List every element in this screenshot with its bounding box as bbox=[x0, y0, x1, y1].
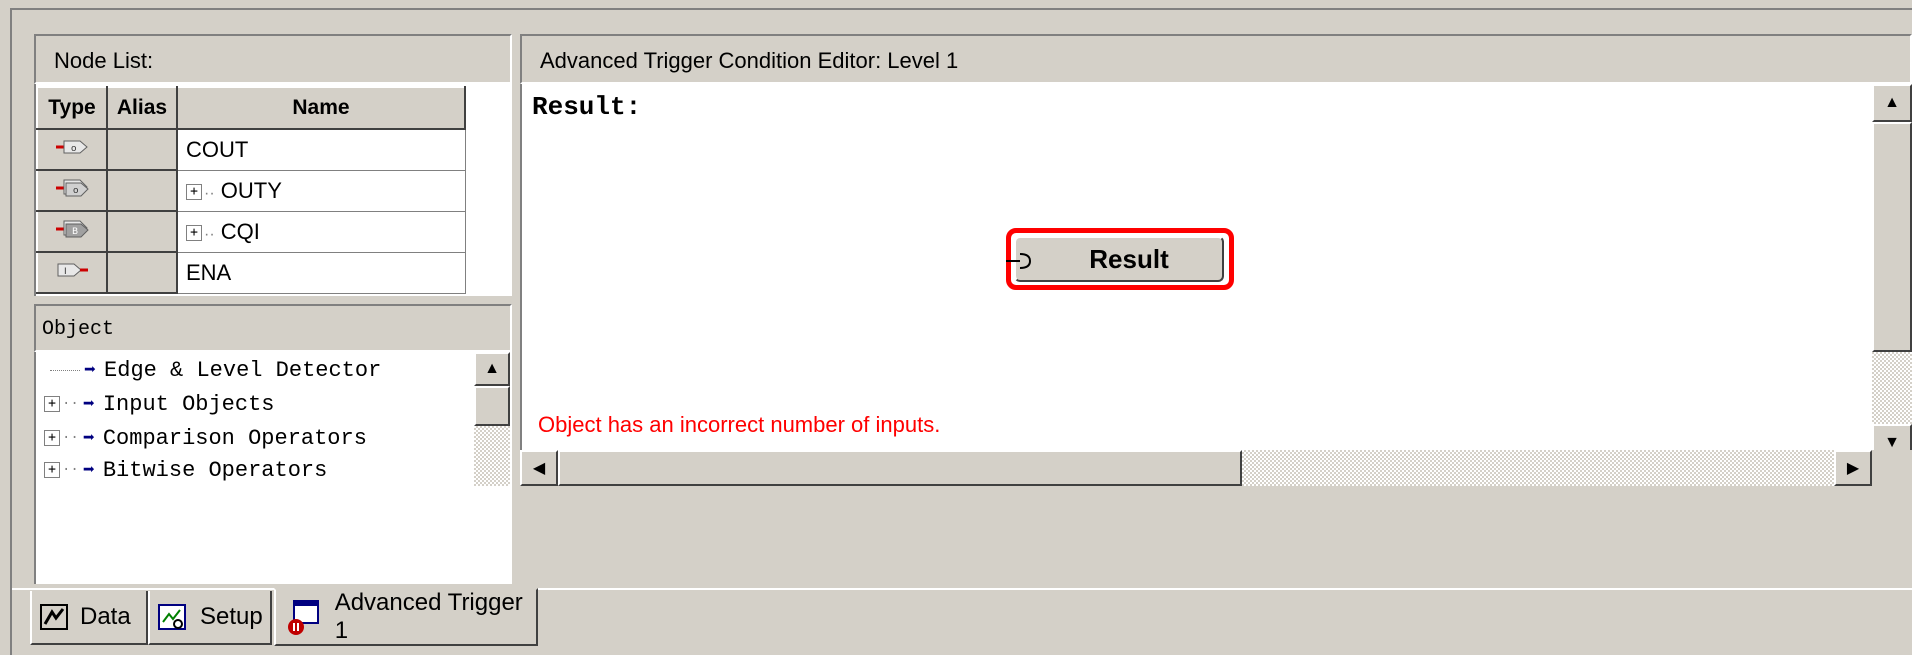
expand-icon[interactable]: + bbox=[44, 462, 60, 478]
tab-label: Data bbox=[80, 603, 131, 630]
editor-header: Advanced Trigger Condition Editor: Level… bbox=[520, 34, 1912, 84]
expand-icon[interactable]: + bbox=[186, 183, 202, 200]
column-header-type[interactable]: Type bbox=[36, 86, 108, 130]
scroll-thumb[interactable] bbox=[1872, 122, 1912, 352]
node-name-cell[interactable]: + ·· OUTY bbox=[176, 169, 466, 212]
tab-data[interactable]: Data bbox=[30, 591, 148, 645]
table-row[interactable]: o COUT bbox=[36, 128, 466, 171]
node-name: COUT bbox=[186, 136, 249, 162]
scroll-up-button[interactable]: ▲ bbox=[474, 352, 510, 386]
svg-text:o: o bbox=[73, 186, 79, 196]
node-name-cell[interactable]: + ·· CQI bbox=[176, 210, 466, 253]
data-icon bbox=[40, 604, 68, 630]
node-name: OUTY bbox=[220, 177, 282, 203]
svg-text:o: o bbox=[71, 144, 77, 154]
scroll-left-button[interactable]: ◀ bbox=[520, 450, 558, 486]
node-name: CQI bbox=[220, 218, 260, 244]
node-list-title: Node List: bbox=[54, 48, 154, 73]
arrow-right-icon: ➡ bbox=[84, 360, 97, 383]
alias-cell[interactable] bbox=[106, 128, 178, 171]
node-name-cell[interactable]: COUT bbox=[176, 128, 466, 171]
column-header-alias[interactable]: Alias bbox=[106, 86, 178, 130]
tab-advanced-trigger-1[interactable]: Advanced Trigger 1 bbox=[274, 588, 538, 646]
node-list-header: Node List: bbox=[34, 34, 512, 84]
expand-icon[interactable]: + bbox=[186, 224, 202, 241]
output-bus-icon: o bbox=[36, 169, 108, 212]
register-bus-icon: B bbox=[36, 210, 108, 253]
object-panel-title: Object bbox=[42, 318, 115, 341]
scroll-right-button[interactable]: ▶ bbox=[1834, 450, 1872, 486]
result-heading: Result: bbox=[532, 92, 642, 122]
result-node[interactable]: Result bbox=[1014, 236, 1224, 282]
svg-text:B: B bbox=[72, 227, 78, 237]
setup-icon bbox=[158, 604, 186, 630]
arrow-right-icon: ➡ bbox=[82, 460, 95, 483]
object-panel-header: Object bbox=[34, 304, 512, 352]
tree-item-label: Bitwise Operators bbox=[102, 457, 328, 483]
tab-setup[interactable]: Setup bbox=[148, 591, 272, 645]
result-node-label: Result bbox=[1089, 243, 1169, 274]
tab-label: Advanced Trigger 1 bbox=[334, 589, 523, 644]
column-header-name[interactable]: Name bbox=[176, 86, 466, 130]
node-name: ENA bbox=[186, 259, 232, 285]
scroll-thumb[interactable] bbox=[474, 386, 510, 426]
tab-label: Setup bbox=[200, 603, 263, 630]
input-pin-icon: I bbox=[36, 251, 108, 294]
node-list-table: Type Alias Name o COUT o + ·· OUTY B + ·· … bbox=[36, 86, 466, 294]
svg-text:I: I bbox=[64, 267, 67, 277]
scroll-thumb[interactable] bbox=[558, 450, 1242, 486]
node-name-cell[interactable]: ENA bbox=[176, 251, 466, 294]
scrollbar-corner bbox=[1872, 450, 1912, 486]
tree-item-label: Input Objects bbox=[102, 391, 275, 417]
arrow-right-icon: ➡ bbox=[82, 394, 95, 417]
arrow-right-icon: ➡ bbox=[82, 428, 95, 451]
output-pin-icon: o bbox=[36, 128, 108, 171]
alias-cell[interactable] bbox=[106, 169, 178, 212]
tree-item-label: Comparison Operators bbox=[102, 425, 367, 451]
tree-item-bitwise-operators[interactable]: + ·· ➡ Bitwise Operators bbox=[44, 450, 327, 490]
table-row[interactable]: I ENA bbox=[36, 251, 466, 294]
input-port-icon[interactable] bbox=[1006, 250, 1036, 272]
advanced-trigger-icon bbox=[288, 600, 319, 635]
expand-icon[interactable]: + bbox=[44, 396, 60, 412]
tree-item-label: Edge & Level Detector bbox=[104, 357, 382, 383]
scroll-up-button[interactable]: ▲ bbox=[1872, 84, 1912, 122]
table-row[interactable]: B + ·· CQI bbox=[36, 210, 466, 253]
object-tree-lower bbox=[34, 486, 512, 584]
error-message: Object has an incorrect number of inputs… bbox=[538, 412, 941, 437]
editor-title: Advanced Trigger Condition Editor: Level… bbox=[540, 48, 959, 73]
expand-icon[interactable]: + bbox=[44, 430, 60, 446]
table-row[interactable]: o + ·· OUTY bbox=[36, 169, 466, 212]
alias-cell[interactable] bbox=[106, 210, 178, 253]
alias-cell[interactable] bbox=[106, 251, 178, 294]
